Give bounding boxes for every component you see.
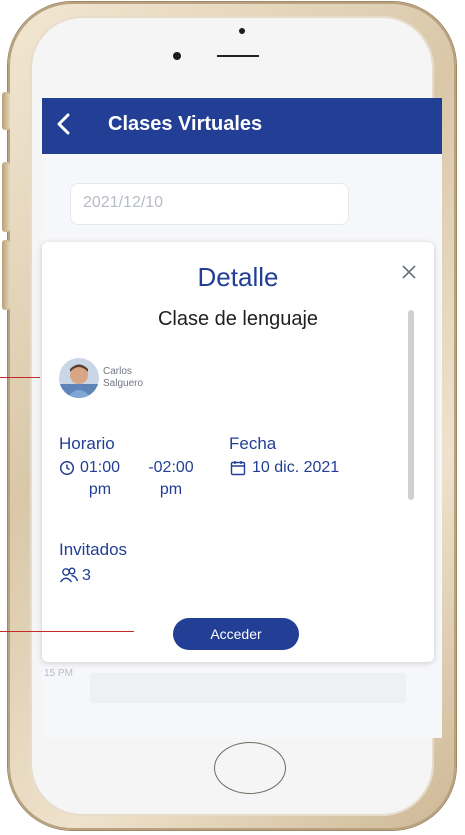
- invited-label: Invitados: [59, 540, 128, 559]
- users-icon: [59, 567, 79, 583]
- teacher-first-name: Carlos: [103, 366, 132, 377]
- close-button[interactable]: [397, 260, 421, 284]
- scrollbar[interactable]: [408, 310, 414, 500]
- date-value: 10 dic. 2021: [252, 459, 340, 476]
- start-time: 01:00 pm: [79, 459, 121, 498]
- class-detail-modal: Detalle Clase de lenguaje Carlos Salguer…: [42, 242, 434, 662]
- date-label: Fecha: [229, 434, 277, 453]
- schedule-label: Horario: [59, 434, 115, 453]
- access-button[interactable]: Acceder: [173, 618, 299, 650]
- clock-icon: [59, 460, 75, 476]
- app-title: Clases Virtuales: [108, 113, 263, 135]
- list-item-time: 15 PM: [44, 668, 73, 679]
- end-time: -02:00 pm: [148, 459, 194, 498]
- list-item: [90, 673, 406, 703]
- mute-switch: [2, 92, 10, 130]
- earpiece-speaker: [217, 55, 259, 57]
- teacher-last-name: Salguero: [103, 378, 144, 389]
- teacher-name: Carlos Salguero: [103, 366, 183, 390]
- class-name: Clase de lenguaje: [157, 308, 319, 330]
- volume-down-button: [2, 240, 10, 310]
- back-button[interactable]: [50, 110, 78, 138]
- chevron-left-icon: [57, 113, 70, 135]
- volume-up-button: [2, 162, 10, 232]
- date-filter-input[interactable]: 2021/12/10: [70, 183, 349, 225]
- date-filter-value: 2021/12/10: [83, 194, 164, 211]
- home-button[interactable]: [214, 742, 286, 794]
- teacher-avatar: [59, 358, 99, 398]
- app-bar: Clases Virtuales: [42, 98, 442, 154]
- modal-title: Detalle: [197, 262, 279, 292]
- close-icon: [402, 265, 416, 279]
- invited-count: 3: [82, 567, 91, 584]
- front-camera: [173, 52, 181, 60]
- proximity-sensor: [239, 28, 245, 34]
- calendar-icon: [230, 461, 246, 476]
- annotation-line: [0, 631, 134, 632]
- annotation-line: [0, 377, 40, 378]
